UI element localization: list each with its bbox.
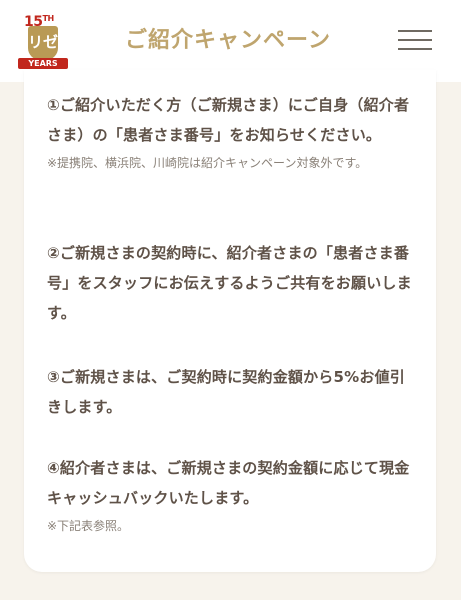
step-text: ①ご紹介いただく方（ご新規さま）にご自身（紹介者さま）の「患者さま番号」をお知ら…	[47, 96, 410, 144]
hamburger-menu-icon[interactable]	[398, 28, 434, 52]
step-note: ※提携院、横浜院、川崎院は紹介キャンペーン対象外です。	[47, 156, 368, 170]
page: 15TH リゼ YEARS ご紹介キャンペーン ①ご紹介いただく方（ご新規さま）…	[0, 0, 461, 600]
page-title: ご紹介キャンペーン	[125, 28, 331, 53]
step-note: ※下記表参照。	[47, 519, 130, 533]
logo-ribbon: YEARS	[18, 58, 68, 69]
step-text: ②ご新規さまの契約時に、紹介者さまの「患者さま番号」をスタッフにお伝えするようご…	[47, 244, 412, 322]
step-text: ③ご新規さまは、ご契約時に契約金額から5%お値引きします。	[47, 368, 405, 416]
campaign-step-2: ②ご新規さまの契約時に、紹介者さまの「患者さま番号」をスタッフにお伝えするようご…	[47, 238, 413, 328]
campaign-step-4: ④紹介者さまは、ご新規さまの契約金額に応じて現金キャッシュバックいたします。 ※…	[47, 453, 413, 537]
campaign-step-1: ①ご紹介いただく方（ご新規さま）にご自身（紹介者さま）の「患者さま番号」をお知ら…	[47, 90, 413, 174]
logo-shield: リゼ	[28, 26, 58, 60]
campaign-card: ①ご紹介いただく方（ご新規さま）にご自身（紹介者さま）の「患者さま番号」をお知ら…	[24, 70, 436, 572]
menu-bar	[398, 48, 432, 50]
menu-bar	[398, 30, 432, 32]
campaign-step-3: ③ご新規さまは、ご契約時に契約金額から5%お値引きします。	[47, 362, 413, 422]
brand-logo[interactable]: 15TH リゼ YEARS	[16, 12, 70, 74]
step-text: ④紹介者さまは、ご新規さまの契約金額に応じて現金キャッシュバックいたします。	[47, 459, 410, 507]
menu-bar	[398, 39, 432, 41]
